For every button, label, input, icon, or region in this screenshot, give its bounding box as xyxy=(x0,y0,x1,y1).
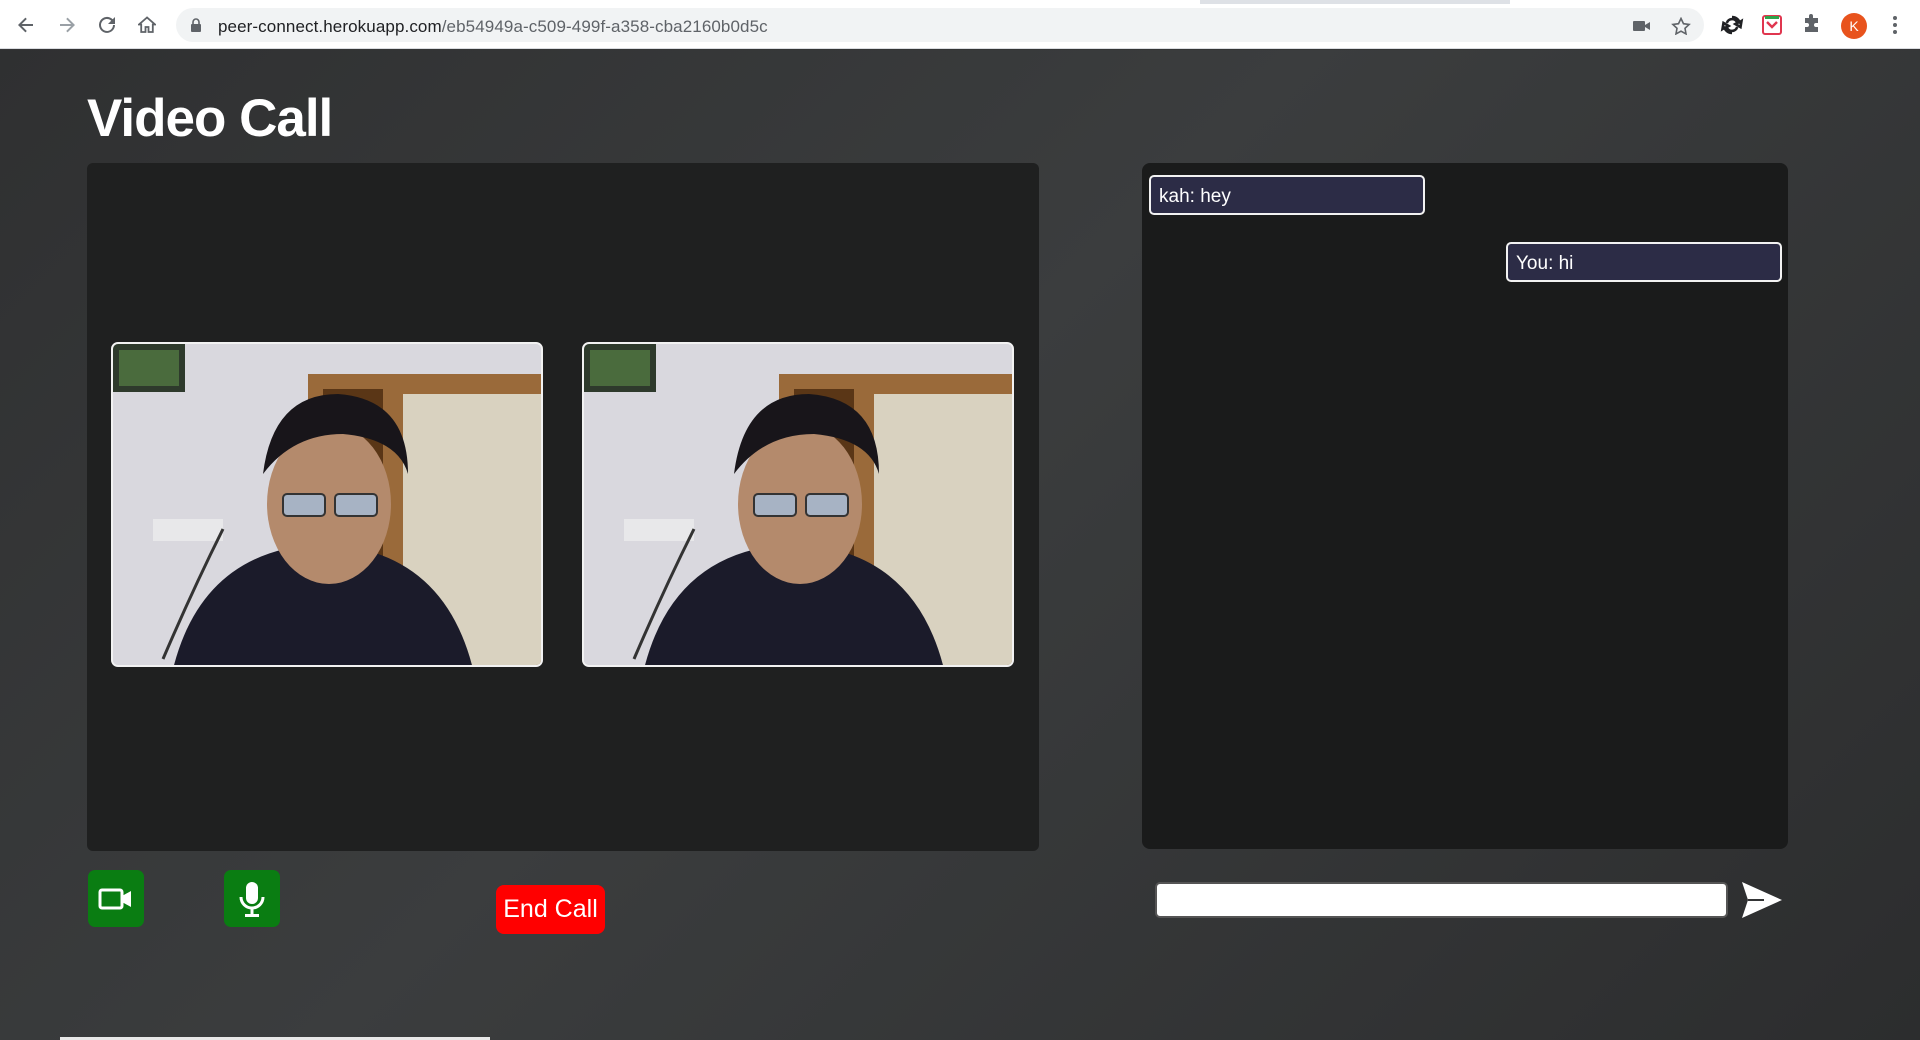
home-icon xyxy=(138,16,156,33)
camera-toggle-button[interactable] xyxy=(88,870,144,927)
back-arrow-icon xyxy=(18,17,33,33)
back-button[interactable] xyxy=(10,9,42,41)
page-body: Video Call End Call kah: hey You: hi xyxy=(0,50,1920,1040)
browser-toolbar: peer-connect.herokuapp.com/eb54949a-c509… xyxy=(0,0,1920,49)
home-button[interactable] xyxy=(131,9,163,41)
url-path: /eb54949a-c509-499f-a358-cba2160b0d5c xyxy=(441,17,768,36)
star-icon[interactable] xyxy=(1671,17,1691,35)
end-call-button[interactable]: End Call xyxy=(496,885,605,934)
forward-arrow-icon xyxy=(60,17,75,33)
url-host: peer-connect.herokuapp.com xyxy=(218,17,442,36)
chat-message: You: hi xyxy=(1506,242,1782,282)
page-title: Video Call xyxy=(87,89,333,148)
profile-avatar[interactable]: K xyxy=(1841,13,1867,39)
tab-strip xyxy=(0,0,1920,4)
puzzle-icon[interactable] xyxy=(1800,13,1824,37)
video-frame xyxy=(584,344,1012,665)
local-video-tile xyxy=(111,342,543,667)
chat-panel: kah: hey You: hi xyxy=(1142,163,1788,849)
reload-icon xyxy=(99,16,115,33)
inactive-tab[interactable] xyxy=(1510,0,1920,4)
remote-video-tile xyxy=(582,342,1014,667)
chat-input[interactable] xyxy=(1155,882,1728,918)
microphone-icon xyxy=(239,881,265,917)
address-bar[interactable]: peer-connect.herokuapp.com/eb54949a-c509… xyxy=(176,8,1704,42)
kebab-menu-icon[interactable] xyxy=(1883,13,1907,37)
camera-icon[interactable] xyxy=(1632,17,1652,35)
sync-icon[interactable] xyxy=(1720,13,1744,37)
lock-icon xyxy=(191,18,201,32)
video-camera-icon xyxy=(98,888,131,909)
pocket-icon[interactable] xyxy=(1760,13,1784,37)
reload-button[interactable] xyxy=(91,9,123,41)
video-frame xyxy=(113,344,541,665)
forward-button[interactable] xyxy=(51,9,83,41)
chat-message: kah: hey xyxy=(1149,175,1425,215)
send-icon[interactable] xyxy=(1740,880,1784,920)
active-tab[interactable] xyxy=(0,0,1200,4)
video-panel xyxy=(87,163,1039,851)
url-text[interactable]: peer-connect.herokuapp.com/eb54949a-c509… xyxy=(218,17,768,37)
mic-toggle-button[interactable] xyxy=(224,870,280,927)
